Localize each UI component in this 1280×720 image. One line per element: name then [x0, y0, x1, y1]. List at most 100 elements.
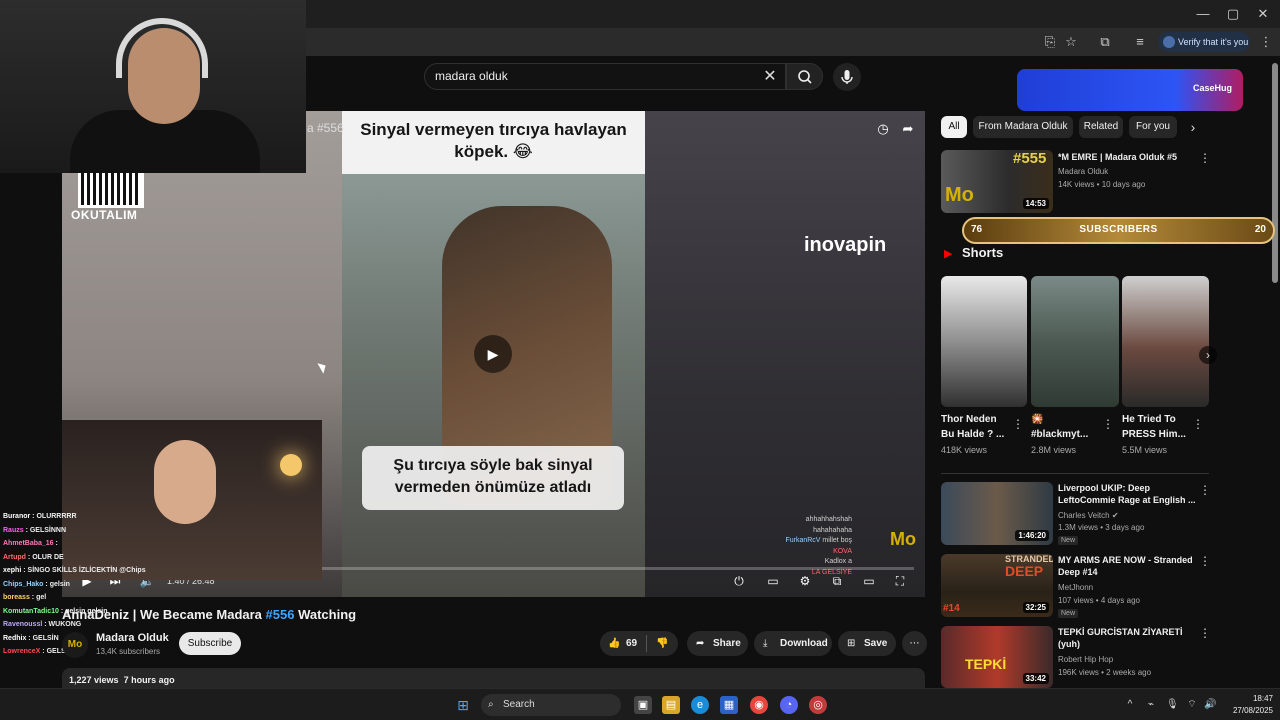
chrome-icon[interactable]: ◉: [750, 696, 768, 714]
clock-date: 27/08/2025: [1232, 706, 1273, 715]
minimize-icon[interactable]: —: [1188, 4, 1218, 24]
autoplay-toggle[interactable]: ⏻: [730, 573, 748, 589]
browser-menu-icon[interactable]: ⋮: [1257, 34, 1275, 50]
more-vert-icon[interactable]: ⋮: [1192, 417, 1204, 431]
taskbar-search[interactable]: ⌕ Search: [481, 694, 621, 716]
thumbnail-logo: Mo: [945, 184, 974, 206]
related-channel[interactable]: Charles Veitch ✔: [1058, 510, 1119, 521]
share-button[interactable]: ➦ Share: [687, 631, 748, 656]
subscribe-button[interactable]: Subscribe: [179, 632, 241, 655]
verify-identity-chip[interactable]: Verify that it's you: [1158, 32, 1250, 52]
short-views: 418K views: [941, 445, 988, 455]
voice-search-button[interactable]: [833, 63, 861, 91]
mic-tray-icon[interactable]: 🎙: [1166, 699, 1179, 711]
thumbnail-text: DEEP: [1005, 563, 1044, 579]
related-thumbnail[interactable]: #555 Mo 14:53: [941, 150, 1053, 213]
chat-user: Chips_Hako: [3, 580, 44, 588]
channel-name[interactable]: Madara Olduk: [96, 632, 169, 644]
related-thumbnail[interactable]: STRANDED DEEP #14 32:25: [941, 554, 1053, 617]
more-vert-icon[interactable]: ⋮: [1199, 554, 1211, 568]
video-duration: 1:46:20: [1015, 530, 1049, 541]
cast-icon[interactable]: ⎘: [1041, 34, 1059, 50]
media-controls-icon[interactable]: ≡: [1131, 34, 1149, 50]
clock[interactable]: 18:47 27/08/2025: [1225, 693, 1273, 717]
watch-later-icon[interactable]: ◷: [874, 121, 892, 137]
search-input[interactable]: madara olduk: [424, 63, 786, 90]
chip-for-you[interactable]: For you: [1129, 116, 1177, 138]
shorts-next-icon[interactable]: ›: [1199, 346, 1217, 364]
download-button[interactable]: ⤓ Download: [754, 631, 832, 656]
player-overlay-title: a #556: [307, 121, 344, 135]
casehug-label: CaseHug: [1193, 83, 1233, 93]
address-bar[interactable]: [306, 31, 1026, 53]
extensions-icon[interactable]: ⧉: [1096, 34, 1114, 50]
related-channel[interactable]: Robert Hip Hop: [1058, 654, 1113, 665]
chip-all[interactable]: All: [941, 116, 967, 138]
store-icon[interactable]: ▦: [720, 696, 738, 714]
short-thumbnail[interactable]: [1122, 276, 1209, 407]
short-title[interactable]: He Tried To PRESS Him...: [1122, 412, 1186, 442]
short-thumbnail[interactable]: [941, 276, 1027, 407]
dislike-icon[interactable]: 👎: [656, 631, 668, 656]
more-vert-icon[interactable]: ⋮: [1012, 417, 1024, 431]
related-title[interactable]: TEPKİ GURCİSTAN ZİYARETİ (yuh): [1058, 626, 1183, 650]
related-title[interactable]: *M EMRE | Madara Olduk #5: [1058, 151, 1177, 163]
related-channel[interactable]: MetJhonn: [1058, 582, 1093, 593]
related-title[interactable]: Liverpool UKIP: Deep LeftoCommie Rage at …: [1058, 482, 1196, 506]
chat-line: xephi : SİNGO SKİLLS İZLİCEKTİN @Chips: [3, 567, 146, 574]
clear-search-icon[interactable]: ✕: [760, 67, 780, 87]
section-divider: [941, 473, 1209, 474]
hashtag-link[interactable]: #556: [266, 607, 295, 622]
related-thumbnail[interactable]: TEPKİ 33:42: [941, 626, 1053, 688]
related-meta: 196K views • 2 weeks ago: [1058, 668, 1152, 677]
like-icon[interactable]: 👍: [608, 631, 620, 656]
edge-icon[interactable]: e: [691, 696, 709, 714]
chat-user: AhmetBaba_16: [3, 540, 54, 547]
video-duration: 32:25: [1022, 602, 1049, 613]
fullscreen-icon[interactable]: ⛶: [891, 573, 909, 589]
network-icon[interactable]: ⌁: [1145, 699, 1157, 711]
start-button[interactable]: ⊞: [454, 696, 472, 714]
discord-icon[interactable]: ◔: [780, 696, 798, 714]
channel-avatar[interactable]: Mo: [62, 632, 88, 658]
save-button[interactable]: ⊞ Save: [838, 631, 896, 656]
more-vert-icon[interactable]: ⋮: [1199, 626, 1211, 640]
more-actions-button[interactable]: ⋯: [902, 631, 927, 656]
more-vert-icon[interactable]: ⋮: [1199, 151, 1211, 165]
search-button[interactable]: [786, 63, 823, 90]
tray-chevron-icon[interactable]: ^: [1124, 699, 1136, 711]
share-arrow-icon[interactable]: ➦: [899, 121, 917, 137]
close-icon[interactable]: ✕: [1248, 4, 1278, 24]
short-thumbnail[interactable]: [1031, 276, 1119, 407]
chip-related[interactable]: Related: [1079, 116, 1123, 138]
search-icon: ⌕: [488, 699, 494, 710]
chat-line: Artupd : OLUR DE: [3, 553, 64, 561]
app-icon[interactable]: ◎: [809, 696, 827, 714]
chevron-right-icon[interactable]: ›: [1185, 118, 1201, 136]
speaker-icon[interactable]: 🔊: [1204, 699, 1216, 711]
wifi-icon[interactable]: ⌔: [1186, 699, 1198, 711]
headphones-icon: [116, 18, 208, 78]
chat-user: boreass: [3, 594, 30, 601]
related-title[interactable]: MY ARMS ARE NOW - Stranded Deep #14: [1058, 554, 1193, 578]
bookmark-star-icon[interactable]: ☆: [1062, 34, 1080, 50]
miniplayer-icon[interactable]: ⧉: [828, 573, 846, 589]
maximize-icon[interactable]: ▢: [1218, 4, 1248, 24]
chat-line: Buranor : OLURRRRR: [3, 513, 77, 520]
task-view-icon[interactable]: ▣: [634, 696, 652, 714]
page-scrollbar[interactable]: [1272, 63, 1278, 283]
chip-from-channel[interactable]: From Madara Olduk: [973, 116, 1073, 138]
short-title[interactable]: 🎇 #blackmyt...: [1031, 412, 1088, 442]
more-vert-icon[interactable]: ⋮: [1102, 417, 1114, 431]
settings-gear-icon[interactable]: ⚙: [796, 573, 814, 589]
related-channel[interactable]: Madara Olduk: [1058, 166, 1108, 177]
more-vert-icon[interactable]: ⋮: [1199, 483, 1211, 497]
screen: — ▢ ✕ ⎘ ☆ ⧉ ≡ Verify that it's you ⋮ mad…: [0, 0, 1280, 720]
play-button[interactable]: ▶: [474, 335, 512, 373]
theater-mode-icon[interactable]: ▭: [860, 573, 878, 589]
chat-line: boreass : gel: [3, 594, 47, 601]
related-thumbnail[interactable]: 1:46:20: [941, 482, 1053, 545]
subtitles-icon[interactable]: ▭: [764, 573, 782, 589]
short-title[interactable]: Thor Neden Bu Halde ? ...: [941, 412, 1004, 442]
file-explorer-icon[interactable]: ▤: [662, 696, 680, 714]
